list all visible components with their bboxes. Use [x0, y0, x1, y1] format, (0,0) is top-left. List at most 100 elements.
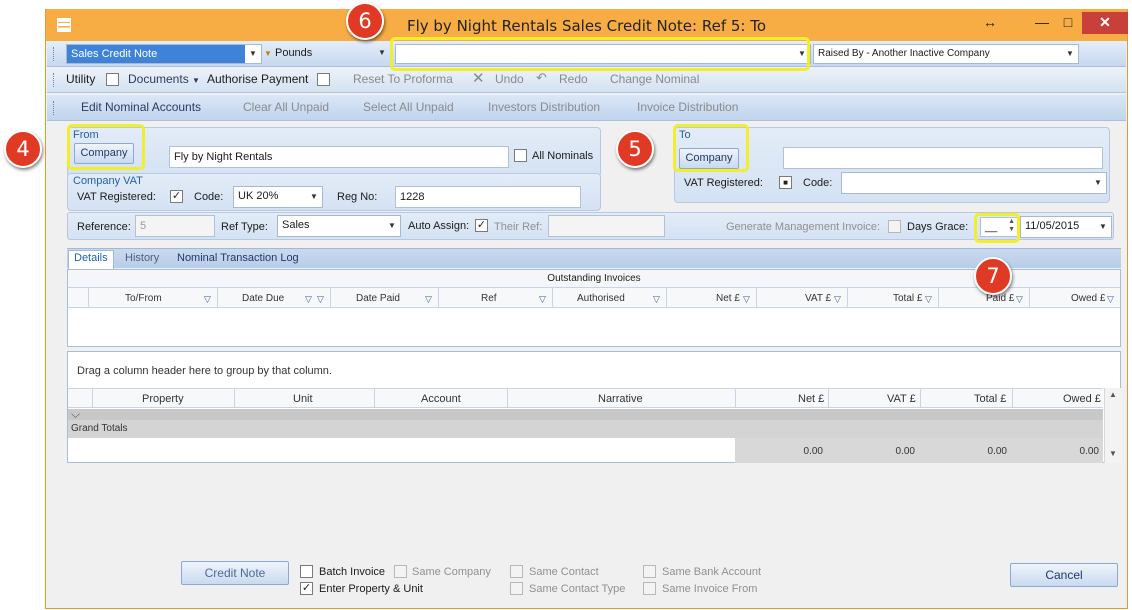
nominal-toolbar: Edit Nominal Accounts Clear All Unpaid S… [47, 95, 1126, 121]
filter-icon[interactable]: ▽ [834, 295, 844, 304]
investors-distribution-button[interactable]: Investors Distribution [488, 100, 600, 114]
to-vat-code-select[interactable]: ▼ [841, 172, 1107, 194]
col-unit[interactable]: Unit [293, 393, 313, 405]
close-button[interactable]: ✕ [1082, 12, 1128, 34]
filter-row[interactable]: ⌵ [68, 407, 1103, 421]
to-vat-registered-label: VAT Registered: [684, 177, 763, 189]
undo-x-icon: ✕ [472, 70, 485, 87]
col-narrative[interactable]: Narrative [598, 393, 643, 405]
tab-details[interactable]: Details [74, 252, 108, 264]
callout-4: 4 [4, 130, 42, 168]
chevron-down-icon: ▼ [1094, 178, 1102, 187]
maximize-button[interactable]: □ [1056, 12, 1080, 34]
filter-icon[interactable]: ▽ [1107, 295, 1117, 304]
total-total: 0.00 [987, 446, 1007, 457]
reference-input[interactable]: 5 [135, 215, 215, 237]
utility-checkbox[interactable] [106, 73, 119, 86]
enter-property-unit-label: Enter Property & Unit [319, 583, 423, 595]
reg-no-input[interactable]: 1228 [395, 186, 581, 208]
authorise-payment-checkbox[interactable] [317, 73, 330, 86]
filter-icon[interactable]: ▽ [653, 295, 663, 304]
filter-icon[interactable]: ▽ [204, 295, 214, 304]
redo-button[interactable]: Redo [559, 72, 588, 86]
same-company-checkbox[interactable] [394, 565, 407, 578]
vat-registered-checkbox[interactable]: ✓ [170, 190, 183, 203]
filter-icon[interactable]: ▽ [925, 295, 935, 304]
batch-invoice-checkbox[interactable] [300, 565, 313, 578]
documents-menu[interactable]: Documents ▼ [128, 72, 200, 86]
highlight-party-select [390, 37, 810, 71]
date-select[interactable]: 11/05/2015 ▼ [1020, 216, 1112, 238]
reset-to-proforma-button[interactable]: Reset To Proforma [353, 72, 453, 86]
currency-select[interactable]: ▼ Pounds ▼ [260, 44, 390, 64]
select-all-unpaid-button[interactable]: Select All Unpaid [363, 100, 454, 114]
enter-property-unit-checkbox[interactable]: ✓ [300, 582, 313, 595]
col-date-paid[interactable]: Date Paid [356, 293, 400, 304]
vat-code-select[interactable]: UK 20% ▼ [233, 186, 323, 208]
col-authorised[interactable]: Authorised [577, 293, 625, 304]
to-vat-registered-checkbox[interactable]: ■ [779, 176, 792, 189]
credit-note-window: Fly by Night Rentals Sales Credit Note: … [45, 9, 1128, 609]
chevron-down-icon: ▼ [264, 49, 272, 58]
vat-code-value: UK 20% [238, 190, 279, 202]
filter-icon[interactable]: ▽ [317, 295, 327, 304]
same-contact-type-checkbox[interactable] [510, 582, 523, 595]
col-account[interactable]: Account [421, 393, 461, 405]
tab-history[interactable]: History [125, 252, 159, 264]
lines-scrollbar[interactable]: ▲ ▼ [1104, 388, 1121, 463]
col-lines-net[interactable]: Net £ [798, 393, 824, 405]
col-to-from[interactable]: To/From [125, 293, 162, 304]
tab-nominal-transaction-log[interactable]: Nominal Transaction Log [177, 252, 299, 264]
lines-header-row [68, 388, 1103, 408]
outstanding-invoices-grid: Outstanding Invoices To/From ▽ Date Due … [67, 269, 1121, 347]
grand-totals-label: Grand Totals [71, 423, 128, 434]
from-company-name[interactable]: Fly by Night Rentals [169, 146, 509, 168]
col-lines-owed[interactable]: Owed £ [1063, 393, 1101, 405]
filter-icon[interactable]: ▽ [1016, 295, 1026, 304]
generate-management-invoice-checkbox[interactable] [888, 220, 901, 233]
minimize-button[interactable]: — [1030, 12, 1054, 34]
col-date-due[interactable]: Date Due [242, 293, 284, 304]
col-property[interactable]: Property [142, 393, 184, 405]
cancel-button[interactable]: Cancel [1010, 563, 1118, 587]
same-invoice-from-checkbox[interactable] [643, 582, 656, 595]
edit-nominal-accounts-button[interactable]: Edit Nominal Accounts [81, 100, 201, 114]
ref-type-value: Sales [282, 219, 310, 231]
chevron-down-icon: ▼ [192, 76, 200, 85]
col-lines-vat[interactable]: VAT £ [887, 393, 916, 405]
ref-type-select[interactable]: Sales ▼ [277, 215, 401, 237]
col-vat[interactable]: VAT £ [805, 293, 831, 304]
credit-note-button[interactable]: Credit Note [181, 561, 289, 585]
clear-all-unpaid-button[interactable]: Clear All Unpaid [243, 100, 329, 114]
their-ref-input[interactable] [548, 215, 665, 237]
auto-assign-checkbox[interactable]: ✓ [475, 219, 488, 232]
col-owed[interactable]: Owed £ [1071, 293, 1105, 304]
all-nominals-checkbox[interactable] [514, 149, 527, 162]
raised-by-value: Raised By - Another Inactive Company [818, 48, 990, 59]
col-total[interactable]: Total £ [893, 293, 922, 304]
reg-no-label: Reg No: [337, 191, 378, 203]
scroll-up-icon[interactable]: ▲ [1109, 390, 1117, 399]
col-ref[interactable]: Ref [481, 293, 497, 304]
same-bank-account-checkbox[interactable] [643, 565, 656, 578]
same-contact-checkbox[interactable] [510, 565, 523, 578]
filter-icon[interactable]: ▽ [425, 295, 435, 304]
sort-icon[interactable]: ▽ [305, 295, 315, 304]
scroll-down-icon[interactable]: ▼ [1109, 449, 1117, 458]
window-title: Fly by Night Rentals Sales Credit Note: … [406, 17, 767, 35]
raised-by-select[interactable]: Raised By - Another Inactive Company ▼ [813, 44, 1079, 64]
filter-icon[interactable]: ▽ [743, 295, 753, 304]
undo-button[interactable]: Undo [495, 72, 524, 86]
callout-6: 6 [346, 2, 384, 40]
invoice-distribution-button[interactable]: Invoice Distribution [637, 100, 738, 114]
document-type-select[interactable]: Sales Credit Note ▼ [66, 44, 262, 64]
to-company-name[interactable] [783, 147, 1103, 169]
restore-icon[interactable]: ↔ [980, 12, 1000, 34]
col-net[interactable]: Net £ [716, 293, 740, 304]
same-bank-account-label: Same Bank Account [662, 566, 762, 578]
col-lines-total[interactable]: Total £ [974, 393, 1006, 405]
change-nominal-button[interactable]: Change Nominal [610, 72, 699, 86]
chevron-down-icon: ▼ [1099, 222, 1107, 231]
company-vat-label: Company VAT [73, 175, 143, 187]
filter-icon[interactable]: ▽ [539, 295, 549, 304]
